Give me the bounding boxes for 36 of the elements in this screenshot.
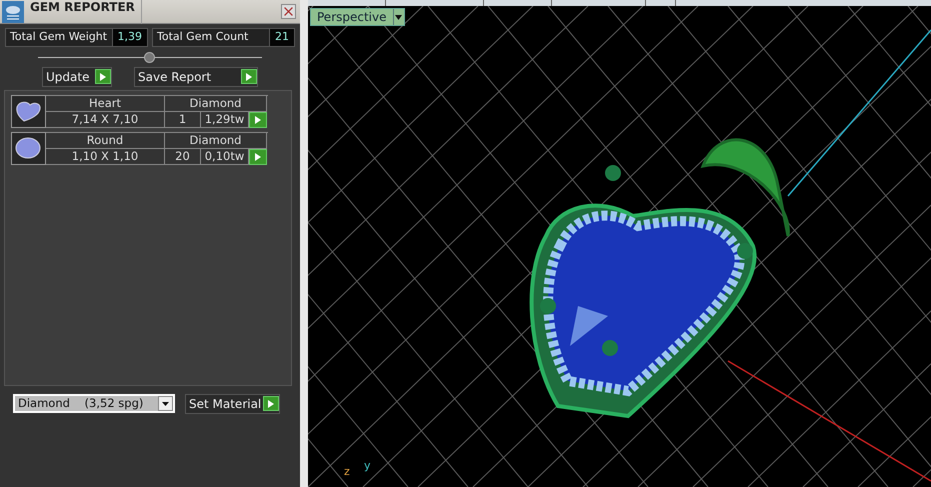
material-dropdown[interactable]: Diamond (3,52 spg) — [13, 394, 175, 413]
axis-label: y — [364, 460, 371, 471]
close-icon[interactable] — [281, 4, 296, 19]
gem-material: Diamond — [165, 96, 267, 112]
view-menu[interactable]: Perspective — [310, 8, 404, 26]
gem-material: Diamond — [165, 132, 267, 148]
play-icon — [255, 152, 261, 160]
gem-count: 1 — [165, 112, 201, 128]
total-label: Total Gem Count — [156, 29, 250, 45]
slider-handle[interactable] — [144, 52, 155, 62]
gem-shape: Heart — [46, 96, 165, 112]
play-icon — [100, 72, 106, 80]
total-value: 1,39 — [112, 29, 147, 46]
panel-title: GEM REPORTER — [24, 0, 142, 24]
row-play-button[interactable] — [249, 112, 267, 128]
gem-size: 7,14 X 7,10 — [46, 112, 165, 128]
row-play-button[interactable] — [249, 148, 267, 164]
play-icon — [255, 116, 261, 124]
gem-weight: 0,10tw — [201, 148, 249, 164]
save-report-button[interactable]: Save Report — [134, 66, 258, 86]
play-icon — [246, 72, 252, 80]
update-button[interactable]: Update — [42, 66, 112, 86]
gem-count: 20 — [165, 148, 201, 164]
set-material-button[interactable]: Set Material — [185, 394, 280, 414]
caret-icon — [395, 14, 402, 20]
app-icon — [2, 0, 24, 22]
total-value: 21 — [269, 29, 294, 46]
play-icon — [268, 400, 274, 408]
total-label: Total Gem Weight — [9, 29, 108, 45]
gem-size: 1,10 X 1,10 — [46, 148, 165, 164]
gem-weight: 1,29tw — [201, 112, 249, 128]
axis-label: z — [344, 466, 350, 477]
gem-shape: Round — [46, 132, 165, 148]
dropdown-value: Diamond (3,52 spg) — [18, 394, 144, 412]
gem-icon — [14, 99, 43, 123]
gem-icon — [14, 136, 43, 160]
